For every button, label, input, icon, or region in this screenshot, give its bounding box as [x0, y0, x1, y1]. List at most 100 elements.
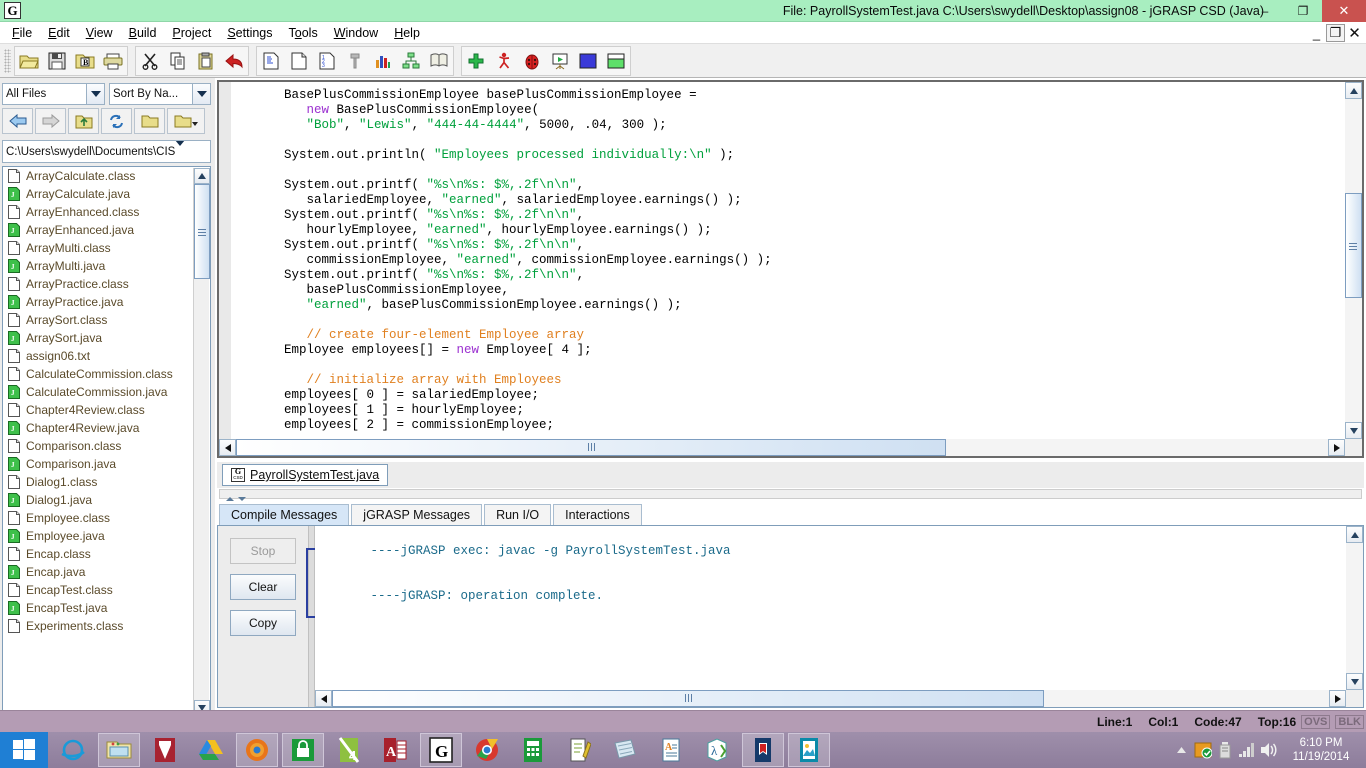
- open-folder-icon[interactable]: [16, 48, 42, 74]
- thunderbird-icon[interactable]: [144, 733, 186, 767]
- scroll-left-arrow-icon[interactable]: [219, 439, 236, 456]
- pin-icon[interactable]: [342, 48, 368, 74]
- toolbar-grip[interactable]: [4, 49, 11, 73]
- restore-button[interactable]: ❐: [1284, 0, 1322, 22]
- wordpad-icon[interactable]: A: [650, 733, 692, 767]
- tab-compile-messages[interactable]: Compile Messages: [219, 504, 349, 526]
- undo-arrow-icon[interactable]: [221, 48, 247, 74]
- refresh-icon[interactable]: [101, 108, 132, 134]
- editor-horizontal-scrollbar[interactable]: [219, 439, 1345, 456]
- scroll-right-arrow-icon[interactable]: [1328, 439, 1345, 456]
- save-all-icon[interactable]: B: [72, 48, 98, 74]
- scroll-up-arrow-icon[interactable]: [194, 168, 210, 184]
- lambda-cube-icon[interactable]: λ: [696, 733, 738, 767]
- file-list-item[interactable]: assign06.txt: [3, 347, 193, 365]
- file-list-item[interactable]: ArrayEnhanced.class: [3, 203, 193, 221]
- notepad-pencil-icon[interactable]: [558, 733, 600, 767]
- microsoft-access-icon[interactable]: A: [374, 733, 416, 767]
- new-csd-file-icon[interactable]: [258, 48, 284, 74]
- file-list-item[interactable]: ArrayCalculate.class: [3, 167, 193, 185]
- present-icon[interactable]: [547, 48, 573, 74]
- menu-window[interactable]: Window: [326, 22, 386, 44]
- editor-code-text[interactable]: BasePlusCommissionEmployee basePlusCommi…: [231, 82, 1345, 439]
- file-list-item[interactable]: Experiments.class: [3, 617, 193, 635]
- close-button[interactable]: ✕: [1322, 0, 1366, 22]
- file-list-item[interactable]: Comparison.class: [3, 437, 193, 455]
- file-list-item[interactable]: JEmployee.java: [3, 527, 193, 545]
- file-list-item[interactable]: JComparison.java: [3, 455, 193, 473]
- copy-icon[interactable]: [165, 48, 191, 74]
- windows-logo-icon[interactable]: [0, 732, 48, 768]
- scroll-left-arrow-icon[interactable]: [315, 690, 332, 707]
- compile-plus-icon[interactable]: [463, 48, 489, 74]
- chevron-down-icon[interactable]: [175, 146, 185, 158]
- sticky-notes-icon[interactable]: [604, 733, 646, 767]
- clear-button[interactable]: Clear: [230, 574, 296, 600]
- file-list-item[interactable]: ArrayMulti.class: [3, 239, 193, 257]
- new-folder-icon[interactable]: [134, 108, 165, 134]
- file-list-item[interactable]: Encap.class: [3, 545, 193, 563]
- menu-build[interactable]: Build: [121, 22, 165, 44]
- chevron-down-icon[interactable]: [86, 84, 104, 104]
- cut-scissors-icon[interactable]: [137, 48, 163, 74]
- file-list-item[interactable]: EncapTest.class: [3, 581, 193, 599]
- compile-output-text[interactable]: ----jGRASP exec: javac -g PayrollSystemT…: [315, 526, 1346, 690]
- show-hidden-icons-arrow[interactable]: [1170, 733, 1192, 767]
- compile-vertical-scrollbar[interactable]: [1346, 526, 1363, 690]
- google-drive-icon[interactable]: [190, 733, 232, 767]
- debug-ladybug-icon[interactable]: [519, 48, 545, 74]
- file-list-item[interactable]: JArraySort.java: [3, 329, 193, 347]
- hierarchy-icon[interactable]: [398, 48, 424, 74]
- photo-viewer-icon[interactable]: [788, 733, 830, 767]
- menu-file[interactable]: File: [4, 22, 40, 44]
- up-folder-icon[interactable]: [68, 108, 99, 134]
- file-list-item[interactable]: Employee.class: [3, 509, 193, 527]
- menu-edit[interactable]: Edit: [40, 22, 78, 44]
- menu-help[interactable]: Help: [386, 22, 428, 44]
- tab-run-io[interactable]: Run I/O: [484, 504, 551, 526]
- file-list-item[interactable]: JChapter4Review.java: [3, 419, 193, 437]
- file-list-item[interactable]: Chapter4Review.class: [3, 401, 193, 419]
- new-plain-file-icon[interactable]: [286, 48, 312, 74]
- menu-project[interactable]: Project: [164, 22, 219, 44]
- file-list-item[interactable]: Dialog1.class: [3, 473, 193, 491]
- file-list[interactable]: ArrayCalculate.classJArrayCalculate.java…: [2, 166, 211, 733]
- file-list-item[interactable]: ArraySort.class: [3, 311, 193, 329]
- tab-interactions[interactable]: Interactions: [553, 504, 642, 526]
- file-tab-payrollsystemtest[interactable]: GCSD PayrollSystemTest.java: [222, 464, 388, 486]
- scroll-down-arrow-icon[interactable]: [1346, 673, 1363, 690]
- volume-speaker-icon[interactable]: [1258, 733, 1280, 767]
- file-list-item[interactable]: JArrayPractice.java: [3, 293, 193, 311]
- scroll-down-arrow-icon[interactable]: [1345, 422, 1362, 439]
- new-numbered-file-icon[interactable]: 123: [314, 48, 340, 74]
- minimize-button[interactable]: –: [1246, 0, 1284, 22]
- editor-bottom-splitter[interactable]: [219, 489, 1362, 499]
- file-list-item[interactable]: JArrayEnhanced.java: [3, 221, 193, 239]
- inner-minimize-button[interactable]: _: [1307, 24, 1326, 42]
- file-list-item[interactable]: JArrayMulti.java: [3, 257, 193, 275]
- file-list-item[interactable]: CalculateCommission.class: [3, 365, 193, 383]
- chart-bars-icon[interactable]: [370, 48, 396, 74]
- taskbar-clock[interactable]: 6:10 PM 11/19/2014: [1280, 736, 1366, 764]
- horizontal-scroll-thumb[interactable]: [236, 439, 946, 456]
- file-list-item[interactable]: JEncap.java: [3, 563, 193, 581]
- internet-explorer-icon[interactable]: [52, 733, 94, 767]
- menu-view[interactable]: View: [78, 22, 121, 44]
- menu-settings[interactable]: Settings: [219, 22, 280, 44]
- scroll-up-arrow-icon[interactable]: [1346, 526, 1363, 543]
- file-filter-combo[interactable]: All Files: [2, 83, 105, 105]
- tab-jgrasp-messages[interactable]: jGRASP Messages: [351, 504, 482, 526]
- green-square-icon[interactable]: [603, 48, 629, 74]
- file-list-vertical-scrollbar[interactable]: [193, 168, 209, 716]
- run-person-icon[interactable]: [491, 48, 517, 74]
- file-list-item[interactable]: JArrayCalculate.java: [3, 185, 193, 203]
- copy-button[interactable]: Copy: [230, 610, 296, 636]
- file-explorer-icon[interactable]: [98, 733, 140, 767]
- menu-tools[interactable]: Tools: [281, 22, 326, 44]
- file-list-item[interactable]: JDialog1.java: [3, 491, 193, 509]
- network-signal-icon[interactable]: [1236, 733, 1258, 767]
- paste-icon[interactable]: [193, 48, 219, 74]
- current-path-field[interactable]: C:\Users\swydell\Documents\CIS: [2, 140, 211, 163]
- open-folder-dropdown-icon[interactable]: [167, 108, 205, 134]
- vertical-scroll-thumb[interactable]: [194, 184, 210, 279]
